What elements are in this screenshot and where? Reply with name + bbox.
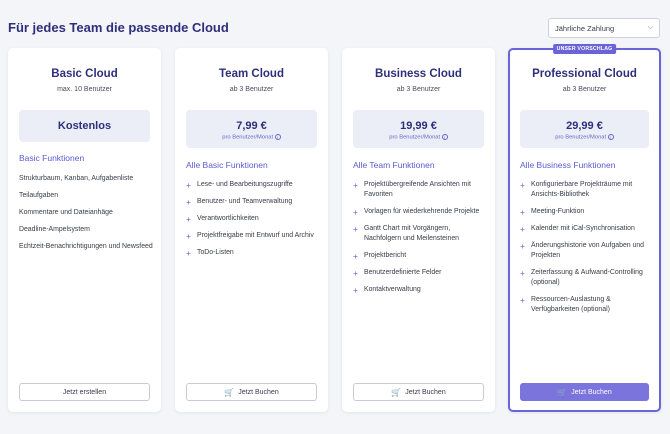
plus-icon: + bbox=[353, 180, 358, 190]
plan-subtitle: ab 3 Benutzer bbox=[229, 86, 274, 93]
info-icon[interactable]: i bbox=[607, 134, 614, 140]
chevron-down-icon: ⌵ bbox=[647, 24, 653, 31]
plus-icon: + bbox=[186, 248, 191, 258]
recommended-badge: UNSER VORSCHLAG bbox=[552, 44, 617, 54]
feature-item: + Benutzerdefinierte Felder bbox=[353, 268, 442, 278]
plus-icon: + bbox=[520, 224, 525, 234]
feature-item: + Zeiterfassung & Aufwand-Controlling (op… bbox=[520, 268, 643, 286]
plus-icon: + bbox=[186, 231, 191, 241]
plus-icon: + bbox=[186, 180, 191, 190]
plan-title: Basic Cloud bbox=[51, 68, 118, 80]
plan-price: Kostenlos bbox=[57, 120, 112, 132]
feature-item: + Ressourcen-Auslastung & Verfügbarkeiten… bbox=[520, 295, 611, 313]
plan-card-professional: UNSER VORSCHLAG Professional Cloud ab 3 … bbox=[508, 44, 661, 412]
page-title: Für jedes Team die passende Cloud bbox=[8, 20, 229, 35]
feature-item: + Verantwortlichkeiten bbox=[186, 214, 259, 224]
button-label: Jetzt Buchen bbox=[571, 388, 612, 396]
button-label: Jetzt Buchen bbox=[238, 388, 279, 396]
feature-item: + Projektübergreifende Ansichten mit Favo… bbox=[353, 180, 471, 198]
plan-price: 7,99 € bbox=[236, 120, 267, 132]
feature-item: + Änderungshistorie von Aufgaben und Proj… bbox=[520, 241, 645, 259]
plan-subtitle: ab 3 Benutzer bbox=[396, 86, 441, 93]
plan-card-team: Team Cloud ab 3 Benutzer 7,99 € pro Benu… bbox=[175, 48, 328, 412]
plan-title: Business Cloud bbox=[375, 68, 462, 80]
price-unit-label: pro Benutzer/Monat bbox=[389, 134, 441, 141]
feature-item: + Konfigurierbare Projekträume mit Ansich… bbox=[520, 180, 633, 198]
cart-icon: 🛒 bbox=[557, 387, 568, 397]
plus-icon: + bbox=[520, 295, 525, 305]
feature-list: Strukturbaum, Kanban, Aufgabenliste Teil… bbox=[19, 174, 153, 259]
feature-section-title: Alle Business Funktionen bbox=[520, 160, 616, 170]
plan-card-basic: Basic Cloud max. 10 Benutzer Kostenlos B… bbox=[8, 48, 161, 412]
price-unit: pro Benutzer/Monat i bbox=[353, 134, 484, 141]
book-now-button[interactable]: 🛒 Jetzt Buchen bbox=[520, 383, 649, 401]
plan-subtitle: max. 10 Benutzer bbox=[57, 86, 112, 93]
plan-title: Professional Cloud bbox=[532, 68, 637, 80]
price-box: 29,99 € pro Benutzer/Monat i bbox=[520, 110, 649, 148]
price-box: Kostenlos bbox=[19, 110, 150, 142]
feature-item: + Vorlagen für wiederkehrende Projekte bbox=[353, 207, 480, 217]
price-unit-label: pro Benutzer/Monat bbox=[222, 134, 274, 141]
plus-icon: + bbox=[353, 224, 358, 234]
plus-icon: + bbox=[353, 207, 358, 217]
create-now-button[interactable]: Jetzt erstellen bbox=[19, 383, 150, 401]
plus-icon: + bbox=[353, 268, 358, 278]
plus-icon: + bbox=[353, 285, 358, 295]
feature-item: + Lese- und Bearbeitungszugriffe bbox=[186, 180, 293, 190]
button-label: Jetzt Buchen bbox=[405, 388, 446, 396]
plus-icon: + bbox=[520, 207, 525, 217]
price-unit: pro Benutzer/Monat i bbox=[186, 134, 317, 141]
plan-title: Team Cloud bbox=[219, 68, 284, 80]
plan-card-business: Business Cloud ab 3 Benutzer 19,99 € pro… bbox=[342, 48, 495, 412]
price-unit: pro Benutzer/Monat i bbox=[520, 134, 649, 141]
feature-item: Echtzeit-Benachrichtigungen und Newsfeed bbox=[19, 243, 153, 250]
price-unit-label: pro Benutzer/Monat bbox=[555, 134, 607, 141]
button-label: Jetzt erstellen bbox=[62, 388, 107, 396]
plan-price: 29,99 € bbox=[566, 120, 603, 132]
feature-item: + ToDo-Listen bbox=[186, 248, 234, 258]
feature-item: + Kontaktverwaltung bbox=[353, 285, 421, 295]
feature-item: + Meeting-Funktion bbox=[520, 207, 585, 217]
feature-item: + Benutzer- und Teamverwaltung bbox=[186, 197, 293, 207]
feature-item: + Kalender mit iCal-Synchronisation bbox=[520, 224, 635, 234]
feature-item: Teilaufgaben bbox=[19, 192, 59, 199]
feature-list: + Projektübergreifende Ansichten mit Favo… bbox=[353, 180, 487, 302]
billing-period-value: Jährliche Zahlung bbox=[555, 23, 615, 33]
feature-item: Strukturbaum, Kanban, Aufgabenliste bbox=[19, 175, 134, 182]
plan-price: 19,99 € bbox=[400, 120, 437, 132]
feature-item: + Projektbericht bbox=[353, 251, 407, 261]
billing-period-select[interactable]: Jährliche Zahlung ⌵ bbox=[548, 18, 660, 38]
plus-icon: + bbox=[186, 214, 191, 224]
plan-subtitle: ab 3 Benutzer bbox=[562, 86, 607, 93]
info-icon[interactable]: i bbox=[274, 134, 281, 140]
plus-icon: + bbox=[520, 180, 525, 190]
plus-icon: + bbox=[520, 241, 525, 251]
book-now-button[interactable]: 🛒 Jetzt Buchen bbox=[186, 383, 317, 401]
cart-icon: 🛒 bbox=[391, 387, 402, 397]
feature-item: + Gantt Chart mit Vorgängern, Nachfolgern… bbox=[353, 224, 459, 242]
plus-icon: + bbox=[186, 197, 191, 207]
feature-list: + Lese- und Bearbeitungszugriffe + Benutze… bbox=[186, 180, 320, 265]
feature-item: Deadline-Ampelsystem bbox=[19, 226, 90, 233]
feature-item: + Projektfreigabe mit Entwurf und Archiv bbox=[186, 231, 314, 241]
price-box: 19,99 € pro Benutzer/Monat i bbox=[353, 110, 484, 148]
book-now-button[interactable]: 🛒 Jetzt Buchen bbox=[353, 383, 484, 401]
plus-icon: + bbox=[520, 268, 525, 278]
cart-icon: 🛒 bbox=[224, 387, 235, 397]
info-icon[interactable]: i bbox=[441, 134, 448, 140]
feature-section-title: Alle Team Funktionen bbox=[353, 160, 435, 170]
feature-list: + Konfigurierbare Projekträume mit Ansich… bbox=[520, 180, 651, 322]
feature-section-title: Alle Basic Funktionen bbox=[186, 160, 268, 170]
price-box: 7,99 € pro Benutzer/Monat i bbox=[186, 110, 317, 148]
feature-item: Kommentare und Dateianhäge bbox=[19, 209, 113, 216]
feature-section-title: Basic Funktionen bbox=[19, 153, 85, 163]
plus-icon: + bbox=[353, 251, 358, 261]
